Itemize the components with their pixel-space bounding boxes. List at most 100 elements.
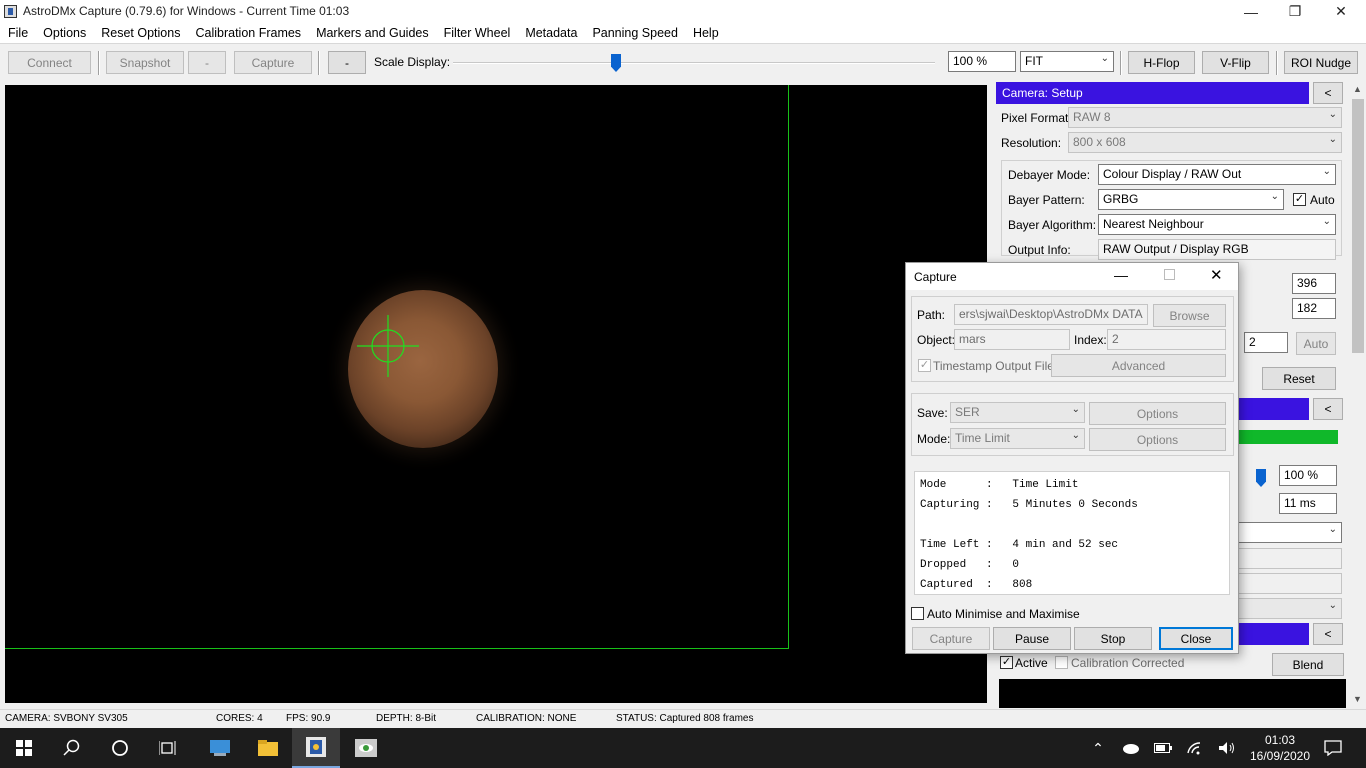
task-view-icon[interactable] bbox=[144, 728, 192, 768]
close-dialog-button[interactable]: Close bbox=[1159, 627, 1233, 650]
snapshot-options-button[interactable]: - bbox=[188, 51, 226, 74]
viewer-app-icon[interactable] bbox=[342, 728, 390, 768]
scroll-up-icon[interactable]: ▲ bbox=[1353, 84, 1362, 94]
info-capturing-line: Capturing : 5 Minutes 0 Seconds bbox=[920, 499, 1138, 511]
capture-button[interactable]: Capture bbox=[234, 51, 312, 74]
output-info-label: Output Info: bbox=[1008, 243, 1071, 257]
bayer-auto-checkbox[interactable]: ✓ bbox=[1293, 193, 1306, 206]
close-button[interactable]: ✕ bbox=[1318, 0, 1364, 23]
menu-metadata[interactable]: Metadata bbox=[517, 26, 584, 40]
calibration-corrected-label: Calibration Corrected bbox=[1071, 656, 1185, 670]
menu-panning-speed[interactable]: Panning Speed bbox=[584, 26, 685, 40]
cortana-icon[interactable] bbox=[96, 728, 144, 768]
app-icon bbox=[4, 5, 17, 18]
gain-slider-thumb[interactable] bbox=[1256, 469, 1266, 487]
toolbar-divider bbox=[318, 51, 320, 75]
snapshot-button[interactable]: Snapshot bbox=[106, 51, 184, 74]
save-options-button[interactable]: Options bbox=[1089, 402, 1226, 425]
scale-percent-field[interactable]: 100 % bbox=[948, 51, 1016, 72]
collapse-camera-setup-button[interactable]: < bbox=[1313, 82, 1343, 104]
active-checkbox[interactable]: ✓ bbox=[1000, 656, 1013, 669]
fit-select[interactable]: FIT ⌄ bbox=[1020, 51, 1114, 72]
volume-icon[interactable] bbox=[1210, 728, 1244, 768]
path-field[interactable]: ers\sjwai\Desktop\AstroDMx DATA bbox=[954, 304, 1148, 325]
calibration-corrected-checkbox[interactable] bbox=[1055, 656, 1068, 669]
scroll-down-icon[interactable]: ▼ bbox=[1353, 694, 1362, 704]
menu-options[interactable]: Options bbox=[35, 26, 93, 40]
binning-field[interactable]: 2 bbox=[1244, 332, 1288, 353]
gain-field[interactable]: 100 % bbox=[1279, 465, 1337, 486]
wifi-icon[interactable] bbox=[1178, 728, 1212, 768]
index-field[interactable]: 2 bbox=[1107, 329, 1226, 350]
battery-icon[interactable] bbox=[1146, 728, 1180, 768]
roi-y-field[interactable]: 182 bbox=[1292, 298, 1336, 319]
menu-calibration-frames[interactable]: Calibration Frames bbox=[187, 26, 308, 40]
notification-icon[interactable] bbox=[1316, 728, 1350, 768]
onedrive-icon[interactable] bbox=[1114, 728, 1148, 768]
h-flop-button[interactable]: H-Flop bbox=[1128, 51, 1195, 74]
menu-help[interactable]: Help bbox=[685, 26, 726, 40]
timestamp-checkbox[interactable]: ✓ bbox=[918, 359, 931, 372]
status-fps: FPS: 90.9 bbox=[286, 713, 331, 724]
astrodmx-taskbar-icon[interactable] bbox=[292, 728, 340, 768]
save-format-value: SER bbox=[955, 405, 980, 419]
bayer-algorithm-select[interactable]: Nearest Neighbour ⌄ bbox=[1098, 214, 1336, 235]
mode-value: Time Limit bbox=[955, 431, 1010, 445]
dialog-capture-button[interactable]: Capture bbox=[912, 627, 990, 650]
scrollbar-thumb[interactable] bbox=[1352, 99, 1364, 353]
browse-button[interactable]: Browse bbox=[1153, 304, 1226, 327]
object-field[interactable]: mars bbox=[954, 329, 1070, 350]
save-label: Save: bbox=[917, 406, 948, 420]
scale-minus-button[interactable]: - bbox=[328, 51, 366, 74]
pause-button[interactable]: Pause bbox=[993, 627, 1071, 650]
dialog-minimize-icon[interactable]: — bbox=[1114, 267, 1128, 283]
menu-file[interactable]: File bbox=[0, 26, 35, 40]
stop-button[interactable]: Stop bbox=[1074, 627, 1152, 650]
pixel-format-select[interactable]: RAW 8 ⌄ bbox=[1068, 107, 1342, 128]
debayer-mode-select[interactable]: Colour Display / RAW Out ⌄ bbox=[1098, 164, 1336, 185]
taskbar: ⌃ 01:03 16/09/2020 bbox=[0, 728, 1366, 768]
minimize-button[interactable]: — bbox=[1228, 0, 1274, 23]
auto-minimise-checkbox[interactable] bbox=[911, 607, 924, 620]
auto-button[interactable]: Auto bbox=[1296, 332, 1336, 355]
collapse-controls-button[interactable]: < bbox=[1313, 398, 1343, 420]
camera-preview[interactable] bbox=[5, 85, 987, 703]
resolution-select[interactable]: 800 x 608 ⌄ bbox=[1068, 132, 1342, 153]
clock-time[interactable]: 01:03 bbox=[1250, 733, 1310, 747]
collapse-processing-button[interactable]: < bbox=[1313, 623, 1343, 645]
debayer-mode-value: Colour Display / RAW Out bbox=[1103, 167, 1242, 181]
blend-button[interactable]: Blend bbox=[1272, 653, 1344, 676]
menu-filter-wheel[interactable]: Filter Wheel bbox=[436, 26, 518, 40]
start-icon[interactable] bbox=[0, 728, 48, 768]
tray-chevron-up-icon[interactable]: ⌃ bbox=[1080, 728, 1116, 768]
v-flip-button[interactable]: V-Flip bbox=[1202, 51, 1269, 74]
dialog-close-icon[interactable]: ✕ bbox=[1210, 266, 1223, 284]
menu-reset-options[interactable]: Reset Options bbox=[93, 26, 187, 40]
menu-markers-guides[interactable]: Markers and Guides bbox=[308, 26, 436, 40]
exposure-field[interactable]: 11 ms bbox=[1279, 493, 1337, 514]
panel-select[interactable]: ⌄ bbox=[1234, 522, 1342, 543]
chevron-down-icon: ⌄ bbox=[1328, 524, 1337, 535]
reset-button[interactable]: Reset bbox=[1262, 367, 1336, 390]
chevron-down-icon: ⌄ bbox=[1071, 404, 1080, 415]
desktop-app-icon[interactable] bbox=[196, 728, 244, 768]
resolution-label: Resolution: bbox=[1001, 136, 1062, 150]
bayer-auto-label: Auto bbox=[1310, 193, 1335, 207]
clock-date[interactable]: 16/09/2020 bbox=[1245, 749, 1315, 763]
search-icon[interactable] bbox=[48, 728, 96, 768]
roi-nudge-button[interactable]: ROI Nudge bbox=[1284, 51, 1358, 74]
scale-slider-track[interactable] bbox=[453, 62, 935, 64]
mode-options-button[interactable]: Options bbox=[1089, 428, 1226, 451]
save-format-select[interactable]: SER ⌄ bbox=[950, 402, 1085, 423]
bayer-pattern-select[interactable]: GRBG ⌄ bbox=[1098, 189, 1284, 210]
roi-x-field[interactable]: 396 bbox=[1292, 273, 1336, 294]
connect-button[interactable]: Connect bbox=[8, 51, 91, 74]
advanced-button[interactable]: Advanced bbox=[1051, 354, 1226, 377]
chevron-down-icon: ⌄ bbox=[1328, 600, 1337, 611]
mode-select[interactable]: Time Limit ⌄ bbox=[950, 428, 1085, 449]
panel-select-2[interactable]: ⌄ bbox=[1234, 598, 1342, 619]
restore-button[interactable]: ❐ bbox=[1272, 0, 1318, 23]
dialog-maximize-icon[interactable] bbox=[1164, 269, 1175, 280]
file-explorer-icon[interactable] bbox=[244, 728, 292, 768]
scale-slider-thumb[interactable] bbox=[611, 54, 621, 72]
